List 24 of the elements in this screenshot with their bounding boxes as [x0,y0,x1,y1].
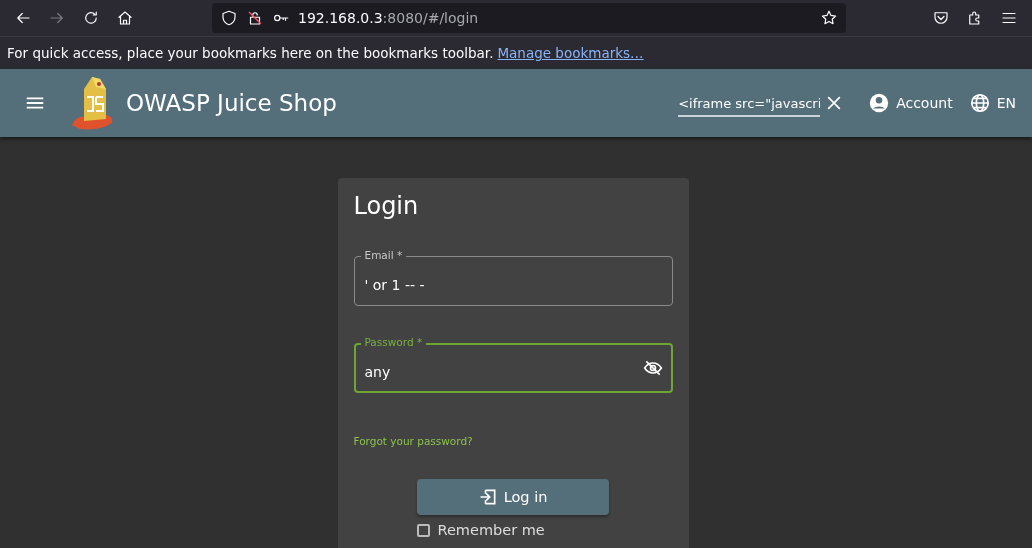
pocket-icon[interactable] [932,9,950,27]
url-text: 192.168.0.3:8080/#/login [298,10,479,26]
app-title: OWASP Juice Shop [126,90,337,116]
remember-checkbox[interactable] [416,523,430,537]
globe-icon [968,92,991,114]
language-button[interactable]: EN [968,92,1016,114]
field-label: Password * [360,336,427,349]
reload-icon[interactable] [82,9,100,27]
forgot-password-link[interactable]: Forgot your password? [353,435,473,447]
login-heading: Login [353,192,420,220]
account-button[interactable]: Account [868,92,953,114]
crossed-lock-icon [246,9,264,27]
address-bar[interactable]: 192.168.0.3:8080/#/login [212,3,846,33]
login-button[interactable]: Log in [416,479,609,515]
crossed-eye-icon[interactable] [642,358,663,378]
bookmarks-hint: For quick access, place your bookmarks here on the bookmarks toolbar. [7,45,494,61]
field-label: Email * [360,249,407,262]
remember-label[interactable]: Remember me [437,522,545,538]
shield-icon [220,9,238,27]
search-field[interactable]: <iframe src="javascri [678,92,821,117]
home-icon[interactable] [116,9,134,27]
star-icon[interactable] [820,9,838,27]
manage-bookmarks-link[interactable]: Manage bookmarks… [497,45,644,61]
account-icon [868,92,891,114]
